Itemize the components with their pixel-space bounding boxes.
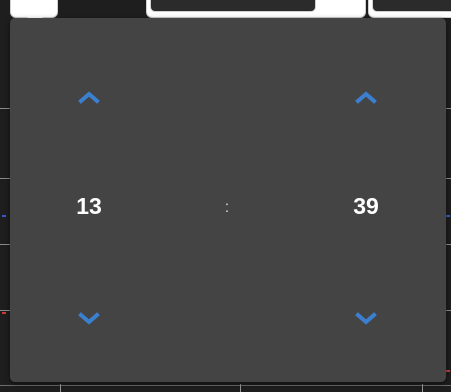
background-axis-tick: [422, 384, 423, 392]
background-axis: [0, 385, 451, 386]
popover-caret: [27, 10, 43, 18]
chevron-down-icon: [78, 312, 100, 326]
background-series-marker: [2, 312, 6, 314]
chevron-down-icon: [355, 312, 377, 326]
background-input-inner: [150, 0, 316, 12]
screen: 13 : 39: [0, 0, 451, 392]
background-axis-tick: [60, 384, 61, 392]
background-series-marker: [2, 215, 6, 217]
background-series-marker: [446, 215, 450, 217]
background-axis-tick: [240, 384, 241, 392]
time-separator: :: [224, 199, 230, 216]
time-picker-popover: 13 : 39: [10, 18, 446, 382]
hour-value[interactable]: 13: [59, 192, 119, 220]
chevron-up-icon: [355, 90, 377, 104]
chevron-up-icon: [78, 90, 100, 104]
minute-value[interactable]: 39: [336, 192, 396, 220]
background-input-secondary-inner: [372, 0, 451, 12]
minute-increment-button[interactable]: [346, 82, 386, 112]
background-series-marker: [446, 370, 450, 372]
hour-increment-button[interactable]: [69, 82, 109, 112]
minute-decrement-button[interactable]: [346, 304, 386, 334]
hour-decrement-button[interactable]: [69, 304, 109, 334]
